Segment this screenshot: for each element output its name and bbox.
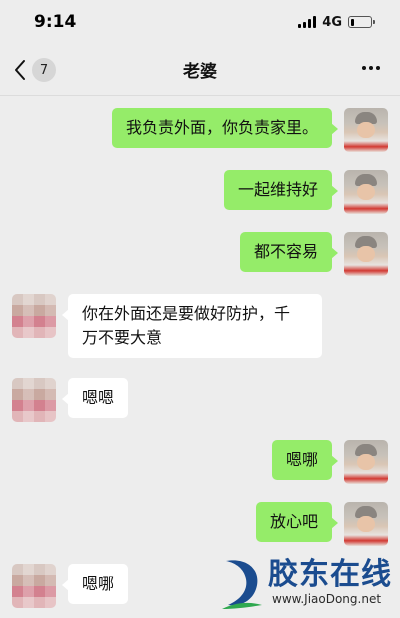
message-row: 一起维持好 — [223, 170, 388, 214]
signal-icon — [298, 16, 317, 28]
back-button[interactable]: 7 — [14, 58, 56, 82]
watermark-text: 胶东在线 www.JiaoDong.net — [268, 559, 392, 607]
avatar-contact[interactable] — [12, 564, 56, 608]
avatar-contact[interactable] — [12, 378, 56, 422]
watermark-url: www.JiaoDong.net — [272, 592, 382, 606]
message-row: 都不容易 — [239, 232, 388, 276]
chat-title: 老婆 — [183, 62, 217, 82]
status-bar: 9:14 4G — [0, 0, 400, 44]
battery-level — [350, 18, 355, 26]
avatar-contact[interactable] — [12, 294, 56, 338]
status-time: 9:14 — [34, 12, 77, 32]
message-bubble-self[interactable]: 一起维持好 — [223, 170, 339, 210]
message-bubble-self[interactable]: 我负责外面，你负责家里。 — [111, 108, 339, 148]
battery-icon — [348, 16, 375, 28]
chevron-left-icon — [14, 59, 26, 81]
avatar-self[interactable] — [344, 440, 388, 484]
unread-count-badge: 7 — [32, 58, 56, 82]
avatar-self[interactable] — [344, 502, 388, 546]
more-dots-icon[interactable] — [362, 66, 380, 70]
status-indicators: 4G — [298, 14, 375, 30]
message-bubble-self[interactable]: 放心吧 — [255, 502, 339, 542]
message-bubble-contact[interactable]: 嗯哪 — [61, 564, 129, 604]
message-row: 你在外面还是要做好防护，千 万不要大意 — [12, 294, 322, 358]
chat-header: 7 老婆 — [0, 44, 400, 96]
message-bubble-contact[interactable]: 嗯嗯 — [61, 378, 129, 418]
jiaodong-logo-icon — [222, 560, 262, 609]
watermark-name: 胶东在线 — [268, 557, 392, 592]
message-bubble-contact[interactable]: 你在外面还是要做好防护，千 万不要大意 — [62, 294, 322, 358]
message-row: 嗯嗯 — [12, 378, 129, 422]
avatar-self[interactable] — [344, 108, 388, 152]
message-bubble-self[interactable]: 嗯哪 — [271, 440, 339, 480]
message-row: 放心吧 — [255, 502, 388, 546]
message-row: 嗯哪 — [271, 440, 388, 484]
avatar-self[interactable] — [344, 170, 388, 214]
avatar-self[interactable] — [344, 232, 388, 276]
watermark: 胶东在线 www.JiaoDong.net — [218, 552, 396, 614]
message-row: 我负责外面，你负责家里。 — [111, 108, 388, 152]
message-row: 嗯哪 — [12, 564, 129, 608]
network-type: 4G — [322, 14, 342, 30]
message-bubble-self[interactable]: 都不容易 — [239, 232, 339, 272]
